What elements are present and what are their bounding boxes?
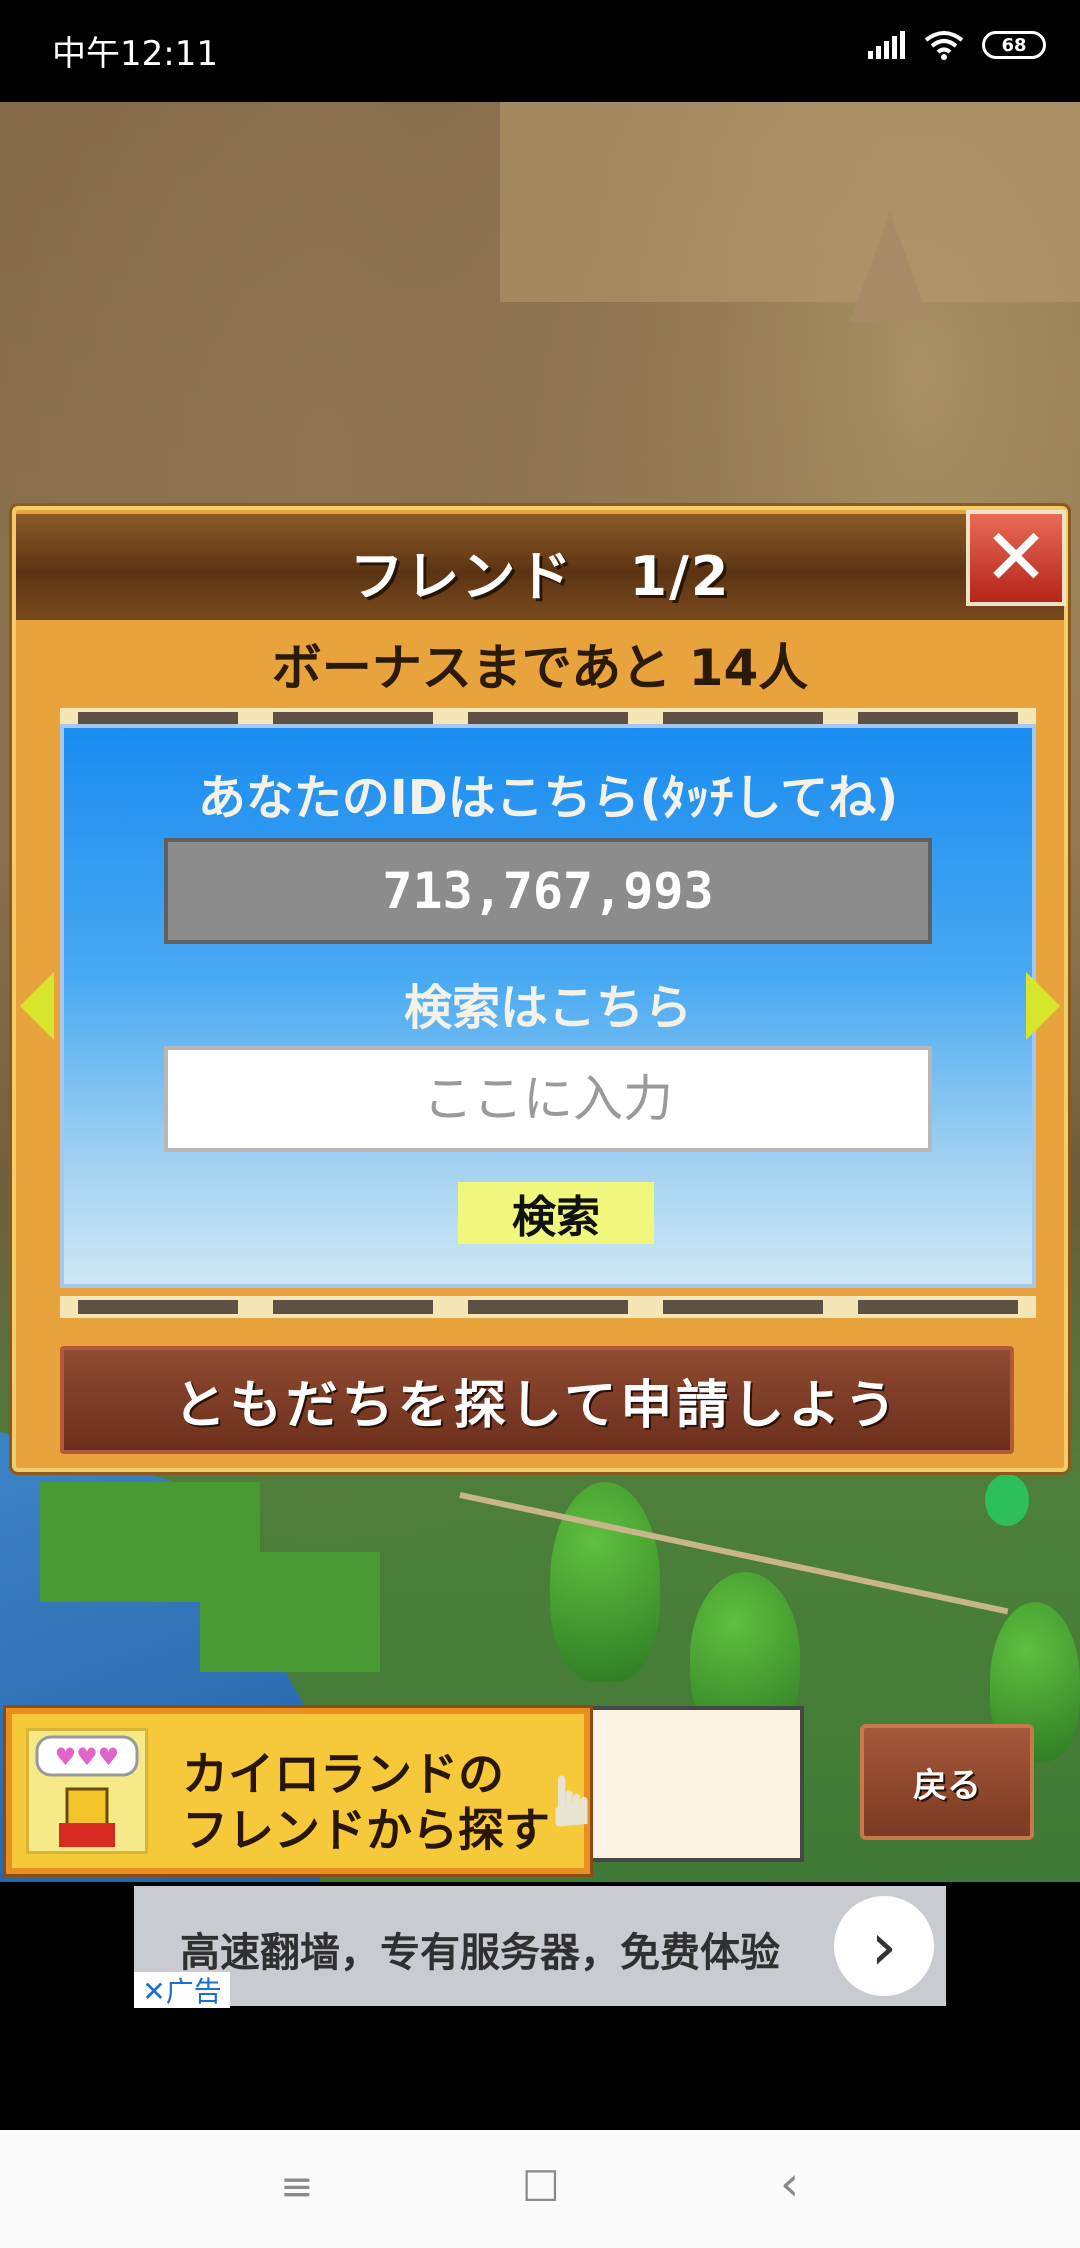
close-button[interactable]: ✕ [966, 510, 1066, 606]
kairo-button-label-line2: フレンドから探す [182, 1803, 550, 1857]
tab-slot [467, 1300, 628, 1314]
tab-slot [858, 1300, 1019, 1314]
character-portrait-icon: ♥♥♥ [26, 1728, 148, 1854]
back-icon[interactable]: ‹ [780, 2156, 799, 2212]
signal-icon [868, 31, 905, 59]
ad-text: 高速翻墙，专有服务器，免费体验 [180, 1930, 780, 1976]
status-icons: 68 [868, 30, 1046, 60]
search-input[interactable] [164, 1046, 932, 1152]
home-icon[interactable]: □ [522, 2160, 560, 2206]
green-egg [985, 1474, 1029, 1526]
next-page-arrow-icon[interactable] [1026, 972, 1060, 1040]
dialog-title: フレンド 1/2 [349, 545, 731, 608]
wifi-icon [924, 31, 964, 60]
rock-spire [850, 212, 930, 322]
grass-patch [200, 1552, 380, 1672]
status-time: 中午12:11 [52, 34, 218, 74]
your-id-label: あなたのIDはこちら(ﾀｯﾁしてね) [197, 770, 899, 826]
friend-dialog: フレンド 1/2 ✕ ボーナスまであと 14人 あなたのIDはこちら(ﾀｯﾁして… [12, 506, 1068, 1472]
ad-arrow-icon[interactable]: › [834, 1896, 934, 1996]
note-card [584, 1706, 804, 1862]
navigation-bar: ≡ □ ‹ [0, 2130, 1080, 2248]
tab-slot [272, 1300, 433, 1314]
svg-text:♥♥♥: ♥♥♥ [55, 1743, 120, 1771]
battery-icon: 68 [982, 31, 1046, 59]
kairo-button-label-line1: カイロランドの [182, 1747, 504, 1801]
search-label: 検索はこちら [403, 980, 692, 1036]
tab-strip-bottom [60, 1296, 1036, 1318]
tab-slot [77, 1300, 238, 1314]
find-friends-button[interactable]: ともだちを探して申請しよう [60, 1346, 1014, 1454]
tree [550, 1482, 660, 1682]
status-bar: 中午12:11 68 [0, 0, 1080, 102]
kairo-land-friends-button[interactable]: ♥♥♥ カイロランドの フレンドから探す [6, 1708, 590, 1874]
back-button[interactable]: 戻る [860, 1724, 1034, 1840]
map-plateau [500, 102, 1080, 302]
player-id-display[interactable]: 713,767,993 [164, 838, 932, 944]
ad-close-tag[interactable]: ✕广告 [134, 1972, 230, 2008]
prev-page-arrow-icon[interactable] [20, 972, 54, 1040]
kairo-button-label: カイロランドの フレンドから探す [182, 1746, 582, 1858]
pointing-hand-icon: ☛ [530, 1769, 613, 1833]
bonus-counter-text: ボーナスまであと 14人 [271, 639, 809, 697]
tab-slot [663, 1300, 824, 1314]
menu-icon[interactable]: ≡ [280, 2164, 314, 2210]
search-button[interactable]: 検索 [458, 1182, 654, 1244]
id-search-panel: あなたのIDはこちら(ﾀｯﾁしてね) 713,767,993 検索はこちら 検索 [60, 724, 1036, 1288]
ad-banner[interactable]: 高速翻墙，专有服务器，免费体验 › [134, 1886, 946, 2006]
close-icon: ✕ [983, 513, 1049, 603]
